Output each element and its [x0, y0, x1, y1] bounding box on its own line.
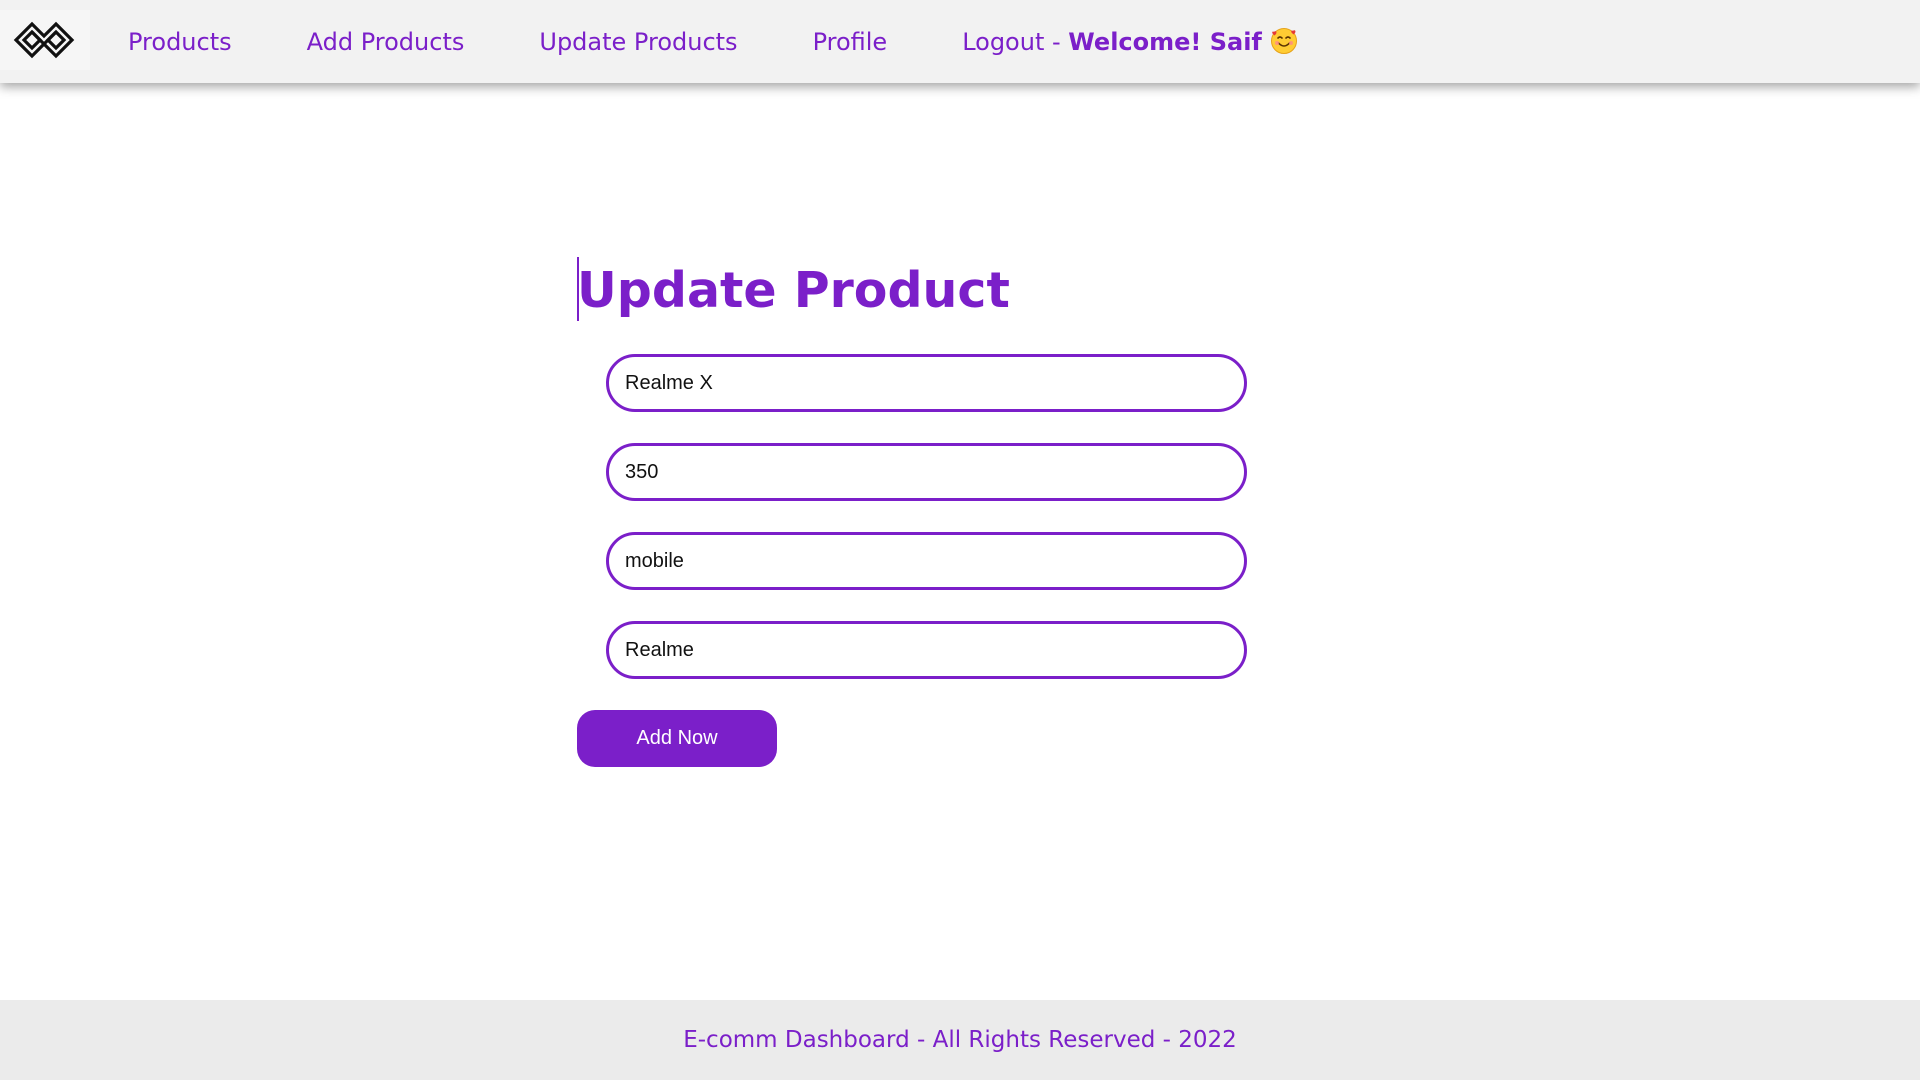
logo[interactable]: [0, 10, 90, 70]
nav-link-update-products[interactable]: Update Products: [539, 28, 737, 56]
footer-text: E-comm Dashboard - All Rights Reserved -…: [683, 1027, 1237, 1053]
nav-link-add-products[interactable]: Add Products: [307, 28, 465, 56]
interlocking-diamonds-logo-icon: [13, 21, 75, 59]
navbar: Products Add Products Update Products Pr…: [0, 0, 1920, 83]
logout-label: Logout -: [962, 28, 1061, 56]
nav-link-profile[interactable]: Profile: [813, 28, 888, 56]
product-category-input[interactable]: [606, 532, 1247, 590]
product-price-input[interactable]: [606, 443, 1247, 501]
nav-links: Products Add Products Update Products Pr…: [128, 0, 1298, 83]
footer: E-comm Dashboard - All Rights Reserved -…: [0, 1000, 1920, 1080]
product-company-input[interactable]: [606, 621, 1247, 679]
add-now-button[interactable]: Add Now: [577, 710, 777, 767]
welcome-text: Welcome! Saif: [1068, 28, 1262, 56]
page-title: Update Product: [577, 262, 1010, 319]
nav-link-logout[interactable]: Logout - Welcome! Saif: [962, 27, 1298, 56]
text-cursor: [577, 257, 579, 321]
update-product-form: Update Product Add Now: [577, 255, 1277, 767]
smiling-face-with-hearts-emoji-icon: [1270, 28, 1297, 54]
product-name-input[interactable]: [606, 354, 1247, 412]
nav-link-products[interactable]: Products: [128, 28, 232, 56]
